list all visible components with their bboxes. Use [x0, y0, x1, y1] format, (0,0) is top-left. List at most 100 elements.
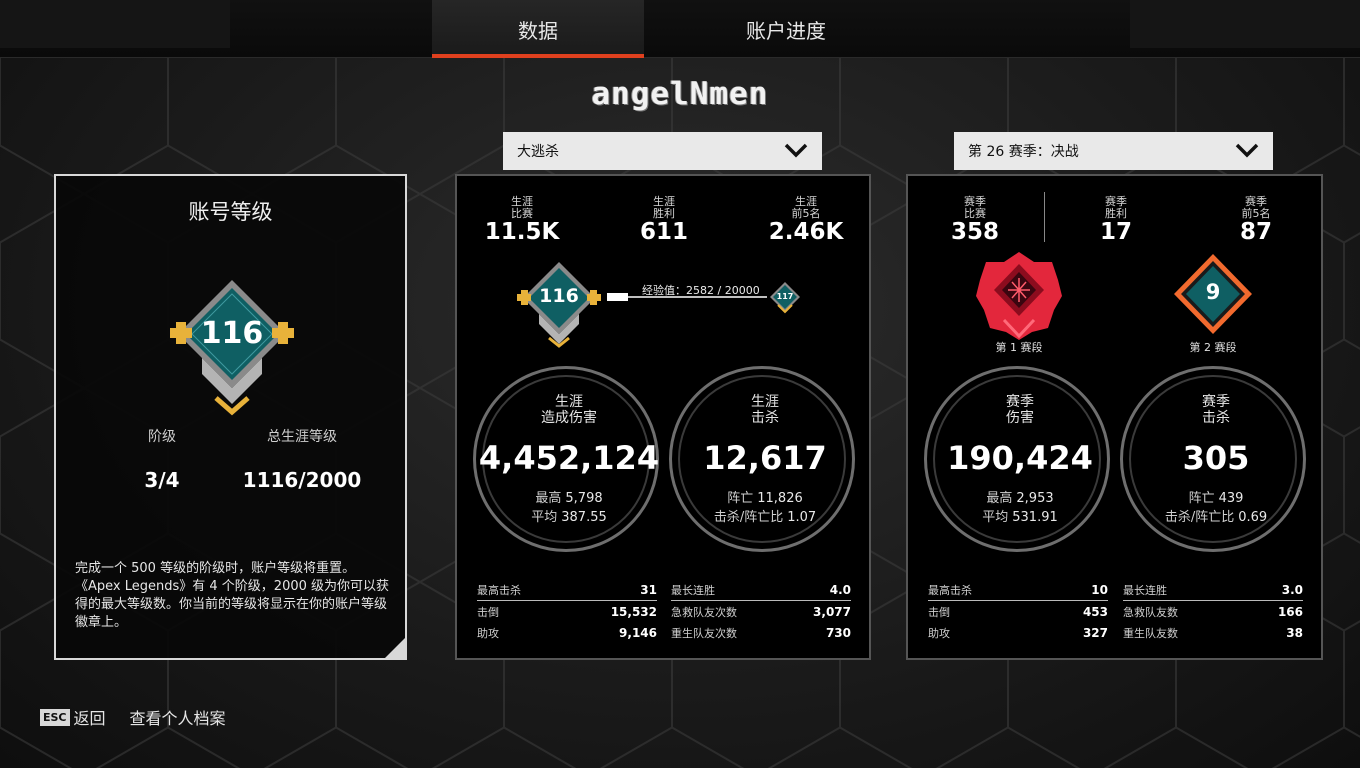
current-level-number: 116 [539, 285, 579, 307]
stat-value: 38 [1286, 625, 1303, 640]
tier-value: 3/4 [144, 468, 180, 492]
stat-row: 击倒 15,532 [477, 601, 657, 622]
season-matches-value: 358 [950, 219, 999, 245]
topbar-decoration [1130, 0, 1360, 48]
stat-row: 急救队友数 166 [1123, 601, 1303, 622]
back-label: 返回 [73, 709, 106, 728]
back-button[interactable]: ESC 返回 [40, 705, 106, 729]
season-dropdown[interactable]: 第 26 赛季：决战 [954, 132, 1273, 170]
divider [1044, 192, 1045, 242]
sub-value: 0.69 [1238, 510, 1268, 525]
season-stats-panel: 赛季 比赛 358 赛季 胜利 17 赛季 前5名 87 第 1 赛段 9 第 … [906, 174, 1323, 660]
stat-label: 重生队友次数 [671, 626, 737, 640]
stat-value: 166 [1277, 604, 1303, 619]
xp-label: 经验值： [642, 284, 686, 297]
sub-label: 击杀/阵亡比 [1164, 510, 1235, 525]
season-kills-circle: 赛季 击杀 305 阵亡 439 击杀/阵亡比 0.69 [1120, 366, 1306, 552]
view-profile-button[interactable]: 查看个人档案 [130, 705, 226, 729]
account-level-title: 账号等级 [188, 200, 273, 224]
stat-label: 急救队友次数 [671, 605, 737, 619]
season-top5-value: 87 [1239, 219, 1272, 245]
chevron-down-icon [784, 143, 808, 158]
stat-value: 3.0 [1281, 583, 1303, 597]
stat-value: 15,532 [610, 604, 657, 619]
account-level-panel: 账号等级 116 阶级 总生涯等级 3/4 1116/2000 完成一个 500… [54, 174, 407, 660]
stat-label: 击倒 [477, 605, 499, 619]
tier-label: 阶级 [148, 429, 176, 445]
circle-title-line: 造成伤害 [541, 410, 597, 426]
stat-row: 急救队友次数 3,077 [671, 601, 851, 622]
stat-label: 击倒 [928, 605, 950, 619]
stat-row: 重生队友数 38 [1123, 622, 1303, 643]
circle-title: 生涯 击杀 [672, 394, 858, 426]
tab-account-progress[interactable]: 账户进度 [680, 0, 892, 58]
stat-value: 10 [1091, 583, 1108, 597]
player-username: angelNmen [591, 76, 769, 112]
career-kills-circle: 生涯 击杀 12,617 阵亡 11,826 击杀/阵亡比 1.07 [669, 366, 855, 552]
mode-dropdown-value: 大逃杀 [517, 144, 559, 160]
circle-title-line: 生涯 [555, 394, 583, 410]
stat-label: 最长连胜 [671, 584, 715, 597]
split2-label: 第 2 赛段 [1189, 341, 1237, 354]
career-matches-stat: 生涯 比赛 11.5K [467, 196, 577, 245]
xp-value: 2582 / 20000 [686, 284, 760, 297]
stat-value: 327 [1082, 625, 1108, 640]
career-damage-circle: 生涯 造成伤害 4,452,124 最高 5,798 平均 387.55 [473, 366, 659, 552]
stat-row: 最长连胜 3.0 [1123, 580, 1303, 601]
tab-stats[interactable]: 数据 [432, 0, 644, 58]
circle-title-line: 赛季 [1006, 394, 1034, 410]
stat-row: 最长连胜 4.0 [671, 580, 851, 601]
xp-progress-fill [607, 293, 628, 301]
xp-text: 经验值：2582 / 20000 [642, 282, 760, 298]
chevron-down-icon [1235, 143, 1259, 158]
sub-label: 平均 [982, 510, 1009, 525]
sub-value: 1.07 [787, 510, 817, 525]
career-top5-value: 2.46K [768, 219, 844, 245]
stat-label: 重生队友数 [1123, 626, 1178, 640]
sub-value: 439 [1218, 491, 1244, 506]
stat-value: 3,077 [813, 604, 851, 619]
mode-dropdown[interactable]: 大逃杀 [503, 132, 822, 170]
season-dropdown-value: 第 26 赛季：决战 [968, 144, 1079, 160]
level-badge-number: 116 [200, 316, 264, 351]
stat-label: 急救队友数 [1123, 605, 1178, 619]
stat-row: 重生队友次数 730 [671, 622, 851, 643]
circle-title-line: 赛季 [1202, 394, 1230, 410]
sub-label: 阵亡 [727, 491, 754, 506]
sub-value: 5,798 [565, 491, 603, 506]
sub-label: 最高 [535, 491, 562, 506]
total-level-label: 总生涯等级 [267, 429, 337, 445]
circle-sub-2: 击杀/阵亡比 1.07 [672, 506, 858, 525]
next-level-number: 117 [776, 292, 794, 301]
ranked-badge-icon [976, 252, 1062, 340]
stat-value: 9,146 [619, 625, 657, 640]
footer-bar: ESC 返回 查看个人档案 [40, 706, 226, 728]
sub-value: 531.91 [1012, 510, 1058, 525]
career-kills-value: 12,617 [703, 439, 827, 477]
circle-title-line: 击杀 [1202, 410, 1230, 426]
circle-title: 赛季 击杀 [1123, 394, 1309, 426]
sub-value: 2,953 [1016, 491, 1054, 506]
circle-sub-1: 阵亡 439 [1123, 487, 1309, 506]
sub-label: 最高 [986, 491, 1013, 506]
split2-badge-number: 9 [1205, 280, 1221, 304]
stat-label: 最高击杀 [928, 584, 972, 597]
career-wins-stat: 生涯 胜利 611 [609, 196, 719, 245]
career-top5-stat: 生涯 前5名 2.46K [751, 196, 861, 245]
career-wins-value: 611 [639, 219, 688, 245]
total-level-value: 1116/2000 [242, 468, 362, 492]
circle-sub-2: 平均 531.91 [927, 506, 1113, 525]
stat-row: 最高击杀 10 [928, 580, 1108, 601]
stat-value: 453 [1082, 604, 1108, 619]
split1-label: 第 1 赛段 [995, 341, 1043, 354]
circle-sub-2: 平均 387.55 [476, 506, 662, 525]
corner-accent [383, 636, 407, 660]
circle-title: 生涯 造成伤害 [476, 394, 662, 426]
circle-sub-2: 击杀/阵亡比 0.69 [1123, 506, 1309, 525]
season-matches-stat: 赛季 比赛 358 [920, 196, 1030, 245]
stat-label: 助攻 [928, 626, 950, 640]
stat-value: 31 [640, 583, 657, 597]
career-matches-value: 11.5K [484, 219, 560, 245]
circle-sub-1: 最高 2,953 [927, 487, 1113, 506]
sub-label: 阵亡 [1188, 491, 1215, 506]
